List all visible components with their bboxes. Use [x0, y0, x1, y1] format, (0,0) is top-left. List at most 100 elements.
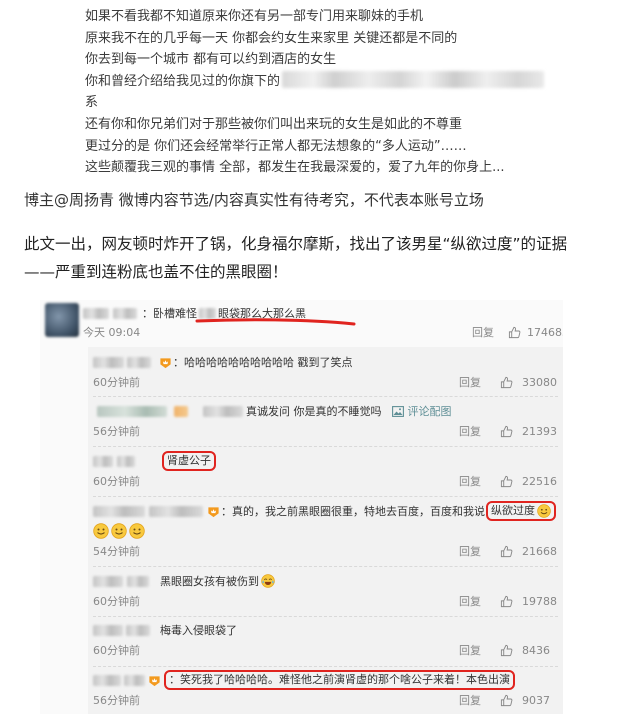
- username-blurred[interactable]: [124, 674, 145, 686]
- username-blurred[interactable]: [126, 624, 150, 636]
- fan-badge-icon: [160, 357, 171, 368]
- reply-button[interactable]: 回复: [472, 325, 494, 341]
- fan-badge-icon: [149, 675, 160, 686]
- reply-item: 肾虚公子 60分钟前 回复 22516: [93, 451, 558, 497]
- username-blurred[interactable]: [93, 624, 123, 636]
- username-blurred[interactable]: [149, 505, 203, 517]
- reply-button[interactable]: 回复: [459, 594, 481, 610]
- username-blurred[interactable]: [93, 356, 124, 368]
- like-count: 21668: [522, 545, 557, 558]
- reply-item: ：笑死我了哈哈哈哈。难怪他之前演肾虚的那个啥公子来着！本色出演 56分钟前 回复…: [93, 670, 558, 712]
- image-icon: [391, 405, 404, 417]
- username-blurred[interactable]: [83, 307, 109, 319]
- smile-emoji-icon: [129, 523, 145, 539]
- thumbs-up-icon[interactable]: [500, 595, 513, 608]
- thumbs-up-icon[interactable]: [500, 545, 513, 558]
- like-count: 21393: [522, 425, 557, 438]
- username-blurred[interactable]: [127, 575, 149, 587]
- quote-line: 你去到每一个城市 都有可以约到酒店的女生: [85, 52, 337, 68]
- quote-line: 原来我不在的几乎每一天 你都会约女生来家里 关键还都是不同的: [85, 30, 458, 46]
- reply-text-line: ：哈哈哈哈哈哈哈哈哈哈 戳到了笑点: [93, 354, 353, 370]
- quote-line: 还有你和你兄弟们对于那些被你们叫出来玩的女生是如此的不尊重: [85, 116, 463, 132]
- reply-time: 60分钟前: [93, 376, 140, 389]
- tears-of-joy-emoji-icon: [261, 574, 275, 588]
- username-blurred[interactable]: [97, 405, 167, 417]
- reply-item: 真诚发问 你是真的不睡觉吗 评论配图 56分钟前 回复 21393: [93, 403, 558, 447]
- thumbs-up-icon[interactable]: [500, 376, 513, 389]
- thumbs-up-icon[interactable]: [500, 475, 513, 488]
- reply-button[interactable]: 回复: [459, 375, 481, 391]
- source-disclaimer: 博主@周扬青 微博内容节选/内容真实性有待考究，不代表本账号立场: [24, 191, 484, 209]
- comment-screenshot: ：卧槽难怪 眼袋那么大那么黑 今天 09:04 回复 174683 ：哈哈哈哈哈…: [40, 300, 563, 714]
- thumbs-up-icon[interactable]: [508, 326, 521, 339]
- quoted-post: 如果不看我都不知道原来你还有另一部专门用来聊妹的手机 原来我不在的几乎每一天 你…: [85, 6, 565, 179]
- quote-line: 这些颠覆我三观的事情 全部，都发生在我最深爱的，爱了九年的你身上...: [85, 160, 505, 176]
- reply-time: 60分钟前: [93, 644, 140, 657]
- username-blurred[interactable]: [113, 307, 137, 319]
- username-blurred[interactable]: [93, 674, 121, 686]
- reply-text-line: 黑眼圈女孩有被伤到: [93, 573, 275, 589]
- reply-time: 60分钟前: [93, 475, 140, 488]
- smile-emoji-icon: [537, 504, 551, 518]
- red-box-annotation: 纵欲过度: [486, 501, 556, 521]
- smile-emoji-icon: [93, 523, 109, 539]
- username-blurred[interactable]: [93, 505, 145, 517]
- like-count: 19788: [522, 595, 557, 608]
- reply-button[interactable]: 回复: [459, 693, 481, 709]
- reply-text: 真诚发问 你是真的不睡觉吗: [246, 405, 382, 418]
- red-underline-annotation: [195, 318, 356, 326]
- reply-text: ：哈哈哈哈哈哈哈哈哈哈 戳到了笑点: [173, 356, 353, 369]
- reply-time: 56分钟前: [93, 425, 140, 438]
- comment-image-label: 评论配图: [407, 405, 452, 418]
- reply-button[interactable]: 回复: [459, 643, 481, 659]
- red-box-annotation: ：笑死我了哈哈哈哈。难怪他之前演肾虚的那个啥公子来着！本色出演: [164, 670, 515, 690]
- avatar[interactable]: [45, 303, 79, 337]
- comment-text: ：卧槽难怪: [142, 307, 197, 320]
- reply-button[interactable]: 回复: [459, 474, 481, 490]
- reply-item: ：哈哈哈哈哈哈哈哈哈哈 戳到了笑点 60分钟前 回复 33080: [93, 354, 558, 397]
- like-count: 9037: [522, 694, 550, 707]
- reply-highlight-text: 纵欲过度: [491, 504, 535, 517]
- reply-item: ：真的，我之前黑眼圈很重，特地去百度，百度和我说 纵欲过度 54分钟前 回复 2…: [93, 501, 558, 567]
- comment-time: 今天 09:04: [83, 326, 141, 339]
- red-box-annotation: 肾虚公子: [162, 451, 216, 471]
- quote-line-text: 你和曾经介绍给我见过的你旗下的: [85, 73, 281, 89]
- reply-button[interactable]: 回复: [459, 544, 481, 560]
- reply-button[interactable]: 回复: [459, 424, 481, 440]
- username-blurred[interactable]: [93, 575, 123, 587]
- reply-text: ：真的，我之前黑眼圈很重，特地去百度，百度和我说: [221, 505, 485, 518]
- thumbs-up-icon[interactable]: [500, 425, 513, 438]
- username-blurred[interactable]: [93, 455, 113, 467]
- reply-text-line: ：真的，我之前黑眼圈很重，特地去百度，百度和我说 纵欲过度: [93, 501, 556, 521]
- quote-line: 如果不看我都不知道原来你还有另一部专门用来聊妹的手机: [85, 9, 424, 24]
- reply-time: 54分钟前: [93, 545, 140, 558]
- fan-badge-icon: [208, 506, 219, 517]
- reply-list: ：哈哈哈哈哈哈哈哈哈哈 戳到了笑点 60分钟前 回复 33080 真诚发问 你是…: [88, 347, 563, 714]
- reply-text-line: 真诚发问 你是真的不睡觉吗 评论配图: [93, 403, 452, 419]
- reply-text: 肾虚公子: [167, 454, 211, 467]
- thumbs-up-icon[interactable]: [500, 644, 513, 657]
- badge-blurred: [174, 405, 188, 417]
- username-blurred: [203, 405, 243, 417]
- thumbs-up-icon[interactable]: [500, 694, 513, 707]
- paragraph-line: ——严重到连粉底也盖不住的黑眼圈！: [24, 263, 288, 281]
- reply-text-line: 梅毒入侵眼袋了: [93, 622, 237, 638]
- reply-item: 梅毒入侵眼袋了 60分钟前 回复 8436: [93, 622, 558, 667]
- username-blurred[interactable]: [127, 356, 151, 368]
- quote-line: 系: [85, 95, 99, 111]
- paragraph-line: 此文一出，网友顿时炸开了锅，化身福尔摩斯，找出了该男星“纵欲过度”的证据: [24, 235, 568, 253]
- reply-text: ：笑死我了哈哈哈哈。难怪他之前演肾虚的那个啥公子来着！本色出演: [169, 673, 510, 686]
- obscured-overlay: [282, 70, 545, 88]
- reply-text: 黑眼圈女孩有被伤到: [160, 575, 259, 588]
- like-count: 174683: [527, 326, 563, 339]
- quote-line-obscured: 你和曾经介绍给我见过的你旗下的: [85, 70, 565, 93]
- article-paragraph: 此文一出，网友顿时炸开了锅，化身福尔摩斯，找出了该男星“纵欲过度”的证据 ——严…: [24, 230, 567, 286]
- smile-emoji-icon: [111, 523, 127, 539]
- reply-text-line: ：笑死我了哈哈哈哈。难怪他之前演肾虚的那个啥公子来着！本色出演: [93, 670, 515, 690]
- reply-item: 黑眼圈女孩有被伤到 60分钟前 回复 19788: [93, 573, 558, 617]
- comment-image-link[interactable]: 评论配图: [391, 403, 452, 419]
- like-count: 22516: [522, 475, 557, 488]
- reply-time: 56分钟前: [93, 694, 140, 707]
- username-blurred[interactable]: [117, 455, 135, 467]
- like-count: 8436: [522, 644, 550, 657]
